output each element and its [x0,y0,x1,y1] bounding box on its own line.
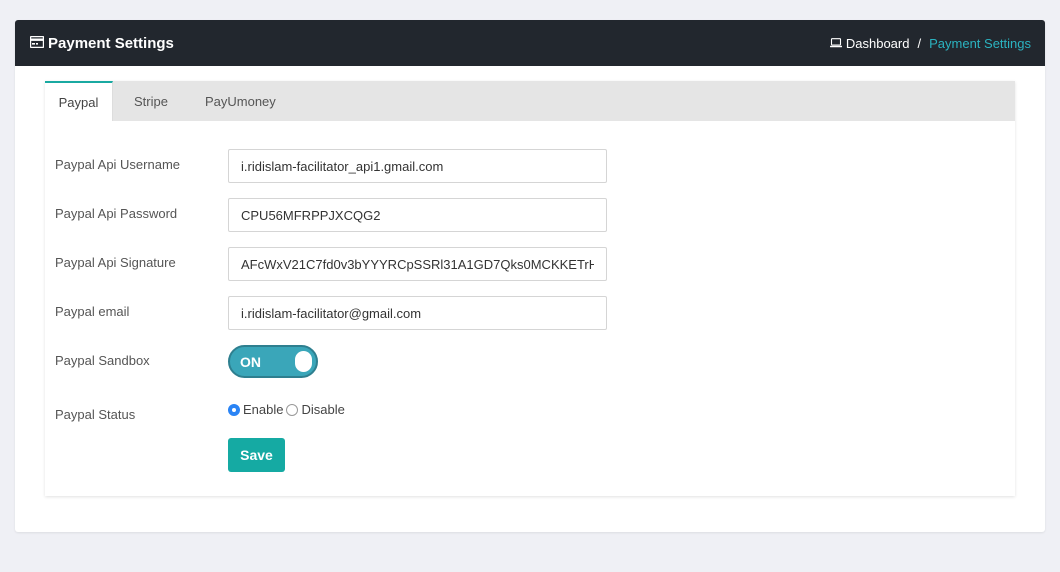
status-enable-radio[interactable] [228,403,240,416]
api-username-input[interactable] [228,149,607,183]
tab-paypal[interactable]: Paypal [45,81,113,121]
status-enable-label[interactable]: Enable [243,402,283,417]
status-radio-group: Enable Disable [228,402,348,417]
breadcrumb: Dashboard / Payment Settings [829,35,1031,51]
breadcrumb-dashboard-label: Dashboard [845,35,910,51]
sandbox-toggle-state: ON [240,354,261,370]
api-password-label: Paypal Api Password [55,206,178,221]
status-label: Paypal Status [55,407,136,422]
api-password-input[interactable] [228,198,607,232]
tab-bar: Paypal Stripe PayUmoney [45,81,1015,121]
status-disable-radio[interactable] [286,403,299,416]
api-username-label: Paypal Api Username [55,157,181,172]
breadcrumb-current: Payment Settings [929,35,1031,51]
tab-payumoney[interactable]: PayUmoney [190,81,291,121]
toggle-knob [295,351,312,372]
payment-settings-card: Payment Settings Dashboard / Payment Set… [15,20,1045,532]
tab-panel: Paypal Stripe PayUmoney Paypal Api Usern… [45,81,1015,496]
status-disable-label[interactable]: Disable [301,402,344,417]
email-input[interactable] [228,296,607,330]
sandbox-toggle[interactable]: ON [228,345,318,378]
api-signature-input[interactable] [228,247,607,281]
credit-card-icon [29,35,48,52]
page-title: Payment Settings [29,34,174,52]
laptop-icon [829,36,846,51]
email-label: Paypal email [55,304,130,319]
sandbox-label: Paypal Sandbox [55,353,150,368]
breadcrumb-dashboard-link[interactable]: Dashboard [829,35,910,51]
page-title-text: Payment Settings [48,34,174,52]
api-signature-label: Paypal Api Signature [55,255,176,270]
save-button[interactable]: Save [228,438,285,472]
breadcrumb-separator: / [917,35,922,51]
page-header: Payment Settings Dashboard / Payment Set… [15,20,1045,66]
tab-stripe[interactable]: Stripe [113,81,190,121]
